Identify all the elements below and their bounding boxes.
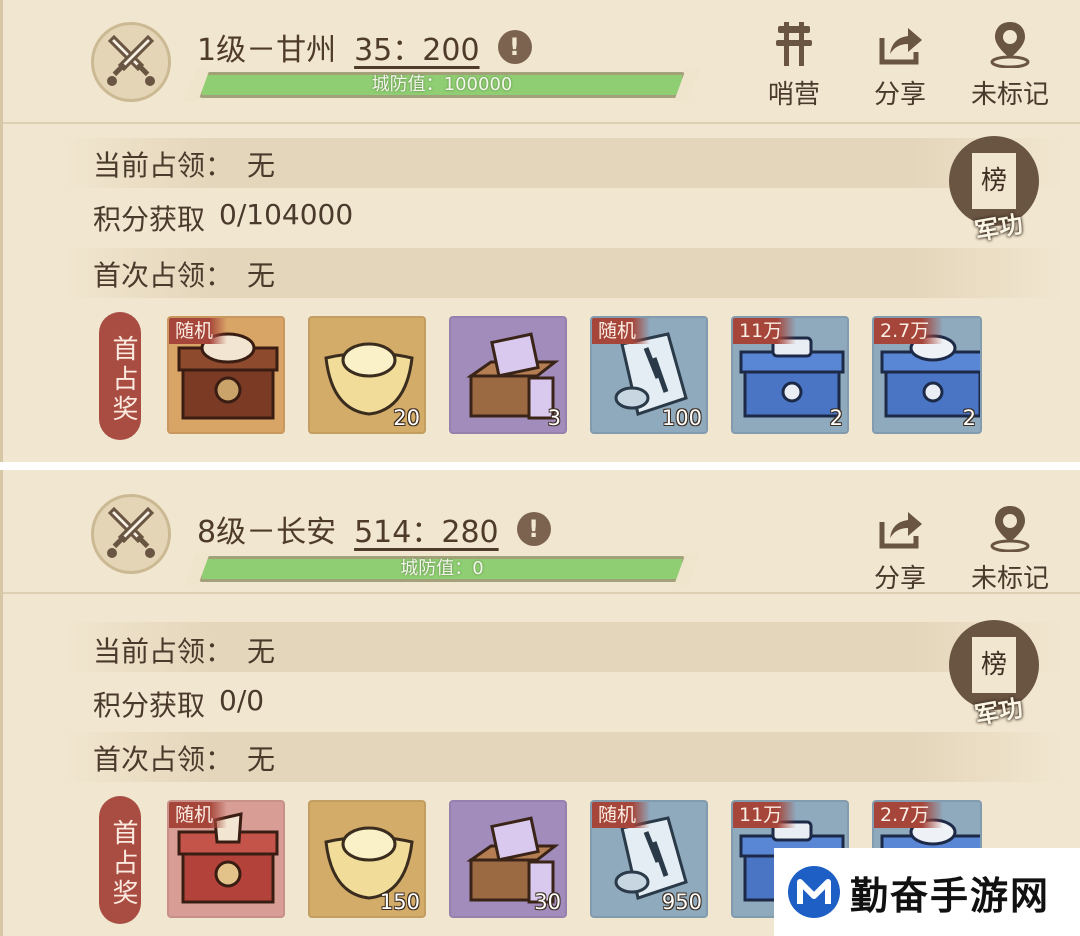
defense-bar: 城防值：100000 (199, 72, 685, 98)
reward-item[interactable]: 30 (449, 800, 567, 918)
city-title-row: 1级－甘州 35：200 ! (197, 24, 532, 70)
share-icon (876, 20, 924, 68)
merit-ranking-button[interactable]: 榜 军功 (949, 620, 1041, 730)
site-watermark-text: 勤奋手游网 (850, 873, 1051, 918)
reward-count: 2 (962, 406, 976, 430)
first-capture-reward-label: 首占奖 (99, 312, 141, 440)
reward-corner-tag: 随机 (592, 802, 651, 828)
row-value: 无 (247, 743, 276, 776)
ranking-scroll-icon: 榜 (969, 634, 1019, 696)
reward-corner-tag: 随机 (169, 318, 228, 344)
mark-button[interactable]: 未标记 (965, 20, 1055, 111)
crossed-swords-emblem-icon (91, 22, 171, 102)
reward-count: 3 (547, 406, 561, 430)
city-title: 1级－甘州 (197, 33, 337, 68)
panel-divider (0, 462, 1080, 470)
crossed-swords-emblem-icon (91, 494, 171, 574)
row-label: 当前占领： (93, 149, 234, 182)
row-value: 0/0 (219, 684, 265, 717)
reward-item[interactable]: 2.7万 2 (872, 316, 982, 434)
ranking-scroll-icon: 榜 (969, 150, 1019, 212)
reward-item[interactable]: 11万 2 (731, 316, 849, 434)
reward-item[interactable]: 随机 950 (590, 800, 708, 918)
mark-label: 未标记 (970, 564, 1049, 594)
city-title: 8级－长安 (197, 515, 337, 550)
reward-corner-tag: 11万 (733, 802, 797, 828)
reward-item[interactable]: 20 (308, 316, 426, 434)
mark-label: 未标记 (970, 80, 1049, 110)
reward-count: 2 (829, 406, 843, 430)
map-pin-icon (986, 504, 1034, 553)
reward-item[interactable]: 150 (308, 800, 426, 918)
reward-item[interactable]: 随机 100 (590, 316, 708, 434)
reward-count: 100 (661, 406, 702, 430)
first-occupant-row: 首次占领： 无 (93, 738, 275, 778)
reward-count: 30 (534, 890, 561, 914)
reward-count: 150 (379, 890, 420, 914)
reward-corner-tag: 随机 (592, 318, 651, 344)
current-occupant-row: 当前占领： 无 (93, 630, 275, 670)
defense-label: 城防值：0 (400, 558, 484, 579)
reward-item[interactable]: 随机 (167, 800, 285, 918)
city-coordinates-link[interactable]: 514：280 (354, 507, 499, 551)
reward-item[interactable]: 随机 (167, 316, 285, 434)
defense-label: 城防值：100000 (371, 74, 513, 95)
site-logo-icon (788, 866, 840, 918)
row-label: 首次占领： (93, 743, 234, 776)
share-label: 分享 (873, 80, 926, 110)
points-row: 积分获取 0/104000 (93, 198, 353, 238)
info-icon[interactable]: ! (497, 30, 532, 64)
current-occupant-row: 当前占领： 无 (93, 144, 275, 184)
reward-count: 950 (661, 890, 702, 914)
reward-corner-tag: 随机 (169, 802, 228, 828)
reward-corner-tag: 11万 (733, 318, 797, 344)
site-watermark: 勤奋手游网 (774, 848, 1080, 936)
row-value: 无 (247, 635, 276, 668)
defense-bar: 城防值：0 (199, 556, 685, 582)
share-icon (876, 504, 924, 552)
map-pin-icon (986, 20, 1034, 69)
mark-button[interactable]: 未标记 (965, 504, 1055, 595)
row-label: 首次占领： (93, 259, 234, 292)
info-icon[interactable]: ! (516, 512, 551, 546)
share-label: 分享 (873, 564, 926, 594)
reward-corner-tag: 2.7万 (874, 802, 944, 828)
row-value: 无 (247, 259, 276, 292)
merit-ranking-button[interactable]: 榜 军功 (949, 136, 1041, 246)
city-panel-ganzhou: 1级－甘州 35：200 ! 城防值：100000 哨营 分享 未标记 当前占领… (0, 0, 1080, 462)
row-value: 0/104000 (219, 198, 354, 231)
row-label: 积分获取 (93, 689, 206, 722)
city-coordinates-link[interactable]: 35：200 (354, 25, 479, 69)
camp-button[interactable]: 哨营 (749, 20, 839, 111)
camp-label: 哨营 (767, 80, 820, 110)
first-occupant-row: 首次占领： 无 (93, 254, 275, 294)
row-value: 无 (247, 149, 276, 182)
share-button[interactable]: 分享 (855, 20, 945, 111)
share-button[interactable]: 分享 (855, 504, 945, 595)
city-title-row: 8级－长安 514：280 ! (197, 506, 551, 552)
camp-icon (770, 20, 818, 68)
first-capture-reward-label: 首占奖 (99, 796, 141, 924)
points-row: 积分获取 0/0 (93, 684, 264, 724)
row-label: 当前占领： (93, 635, 234, 668)
reward-count: 20 (393, 406, 420, 430)
reward-item[interactable]: 3 (449, 316, 567, 434)
row-label: 积分获取 (93, 203, 206, 236)
reward-corner-tag: 2.7万 (874, 318, 944, 344)
